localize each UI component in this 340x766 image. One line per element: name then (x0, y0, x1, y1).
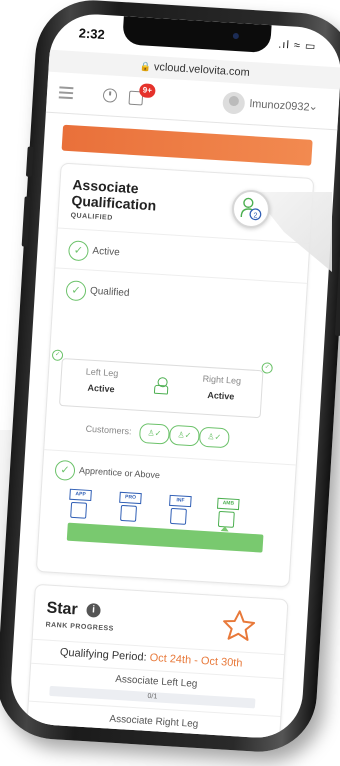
card-title: Associate Qualification (71, 176, 158, 213)
star-title: Star (46, 599, 79, 619)
rank-inf-icon: INF (168, 494, 192, 525)
rank-amb-icon: AMB (216, 497, 240, 528)
rank-tag: APP (69, 488, 92, 502)
phone-mockup: 2:32 .ıl ≈ ▭ 🔒 vcloud.velovita.com 9+ lmu… (0, 0, 340, 756)
check-icon: ✓ (54, 459, 76, 481)
left-leg-value: Active (87, 382, 115, 395)
chevron-down-icon[interactable]: ⌄ (308, 100, 318, 114)
status-time: 2:32 (78, 25, 106, 42)
person-icon (153, 376, 169, 395)
rank-tag: AMB (216, 497, 240, 511)
rank-progress-subtitle: RANK PROGRESS (45, 621, 114, 633)
associate-qualification-card: Associate Qualification QUALIFIED ✓ Acti… (35, 162, 315, 588)
status-badge: QUALIFIED (70, 212, 113, 222)
right-leg-value: Active (207, 389, 235, 402)
customers-label: Customers: (85, 423, 132, 437)
legs-box: Left Leg Active Right Leg Active (58, 357, 264, 419)
divider (55, 267, 307, 284)
clock-icon[interactable] (102, 88, 118, 103)
camera-dot (232, 32, 240, 40)
qualifying-period-value: Oct 24th - Oct 30th (149, 651, 243, 670)
left-leg-label: Left Leg (85, 366, 119, 379)
username[interactable]: lmunoz0932 (249, 98, 310, 114)
check-icon: ✓ (261, 362, 273, 374)
avatar[interactable] (222, 91, 246, 115)
star-rank-card: Star i RANK PROGRESS Qualifying Period: … (25, 583, 289, 741)
customer-check-icon: ♙✓ (138, 422, 171, 445)
signal-wifi-battery-icon: .ıl ≈ ▭ (277, 38, 317, 53)
requirement-label: Active (92, 245, 120, 259)
check-icon: ✓ (65, 280, 87, 302)
divider (57, 227, 310, 244)
rank-banner (61, 124, 313, 166)
info-icon[interactable]: i (86, 602, 101, 618)
right-leg-label: Right Leg (202, 373, 242, 386)
lock-icon: 🔒 (139, 61, 152, 72)
menu-icon[interactable] (58, 86, 74, 102)
associate-legs-icon: 2 (232, 190, 270, 228)
callout-badge: 2 (253, 212, 257, 219)
qualifying-period-label: Qualifying Period: (59, 646, 147, 664)
divider (44, 449, 296, 466)
rank-pro-icon: PRO (118, 491, 142, 522)
progress-pointer (220, 526, 229, 532)
rank-requirement-label: Apprentice or Above (78, 465, 161, 481)
rank-app-icon: APP (68, 488, 92, 519)
star-icon (223, 610, 256, 641)
customer-check-icon: ♙✓ (198, 426, 230, 449)
rank-tag: PRO (119, 491, 142, 505)
customer-check-icon: ♙✓ (168, 424, 200, 447)
check-icon: ✓ (67, 240, 90, 262)
associate-icon: 2 (240, 197, 262, 221)
requirement-label: Qualified (89, 285, 130, 299)
notification-badge: 9+ (138, 83, 156, 99)
rank-tag: INF (169, 494, 192, 508)
url-text: vcloud.velovita.com (153, 61, 251, 79)
phone-screen: 2:32 .ıl ≈ ▭ 🔒 vcloud.velovita.com 9+ lmu… (8, 11, 340, 741)
